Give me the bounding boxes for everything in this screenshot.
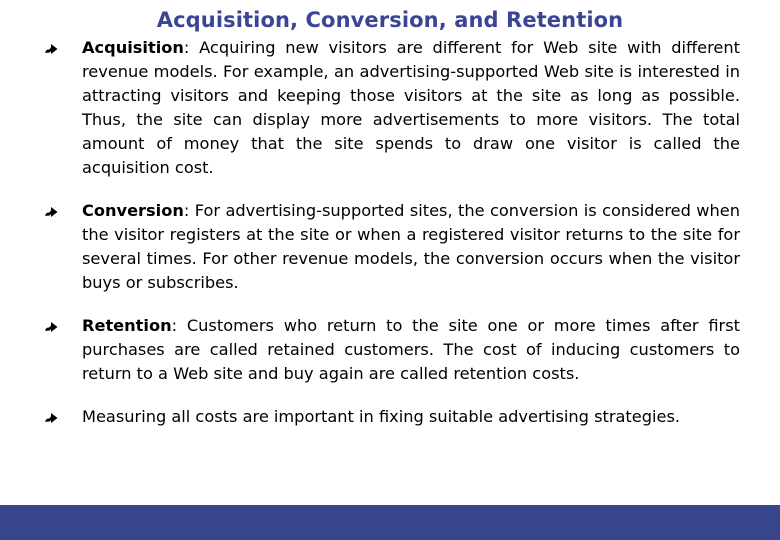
- list-item-text: Measuring all costs are important in fix…: [82, 405, 740, 429]
- list-item-text: Conversion: For advertising-supported si…: [82, 199, 740, 295]
- bullet-list: Acquisition: Acquiring new visitors are …: [44, 36, 740, 429]
- page-title: Acquisition, Conversion, and Retention: [156, 8, 624, 32]
- list-item-separator: :: [183, 38, 200, 57]
- zigzag-arrow-bullet-icon: [44, 315, 82, 334]
- list-item-text: Retention: Customers who return to the s…: [82, 314, 740, 386]
- slide-canvas: Acquisition, Conversion, and Retention A…: [0, 0, 780, 540]
- zigzag-arrow-bullet-icon: [44, 406, 82, 425]
- list-item: Acquisition: Acquiring new visitors are …: [44, 36, 740, 180]
- list-item: Measuring all costs are important in fix…: [44, 405, 740, 429]
- list-item-term: Acquisition: [82, 38, 184, 57]
- zigzag-arrow-bullet-icon: [44, 37, 82, 56]
- list-item: Conversion: For advertising-supported si…: [44, 199, 740, 295]
- list-item-term: Retention: [82, 316, 172, 335]
- zigzag-arrow-bullet-icon: [44, 200, 82, 219]
- list-item-text: Acquisition: Acquiring new visitors are …: [82, 36, 740, 180]
- list-item-term: Conversion: [82, 201, 184, 220]
- list-item: Retention: Customers who return to the s…: [44, 314, 740, 386]
- list-item-separator: :: [171, 316, 187, 335]
- list-item-body: Measuring all costs are important in fix…: [82, 407, 681, 426]
- list-item-body: Acquiring new visitors are different for…: [82, 38, 740, 177]
- footer-accent-bar: [0, 505, 780, 540]
- list-item-separator: :: [183, 201, 195, 220]
